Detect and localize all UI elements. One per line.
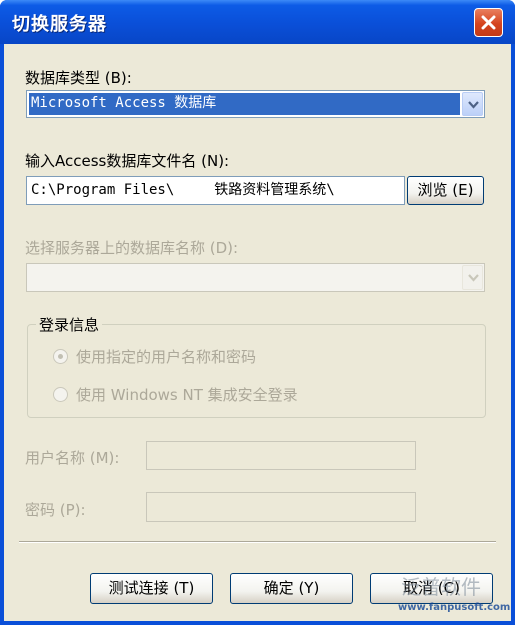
db-file-label: 输入Access数据库文件名 (N): [25, 152, 230, 170]
separator [19, 541, 496, 543]
radio-windows-label: 使用 Windows NT 集成安全登录 [76, 386, 298, 404]
watermark-brand: 泛普软件 [401, 575, 481, 599]
db-file-path-prefix: C:\Program Files\ [31, 182, 175, 198]
chevron-down-icon [468, 101, 479, 109]
server-db-label: 选择服务器上的数据库名称 (D): [25, 239, 239, 257]
password-label: 密码 (P): [25, 501, 86, 519]
db-type-select[interactable]: Microsoft Access 数据库 [26, 90, 485, 118]
login-group-title: 登录信息 [36, 314, 103, 335]
browse-button[interactable]: 浏览 (E) [407, 176, 484, 205]
db-type-selected-value: Microsoft Access 数据库 [29, 93, 460, 115]
password-input[interactable] [146, 492, 416, 522]
db-type-label: 数据库类型 (B): [25, 69, 132, 87]
window-title: 切换服务器 [12, 14, 107, 35]
watermark-url: www.fanpusoft.com [398, 602, 511, 613]
ok-button[interactable]: 确定 (Y) [230, 573, 353, 604]
close-icon [481, 15, 496, 30]
db-file-input[interactable]: C:\Program Files\ 铁路资料管理系统\ [26, 176, 405, 205]
dialog-body: 数据库类型 (B): Microsoft Access 数据库 输入Access… [4, 44, 511, 621]
radio-specified-credentials[interactable] [53, 349, 68, 364]
username-input[interactable] [146, 441, 416, 470]
title-bar[interactable]: 切换服务器 [0, 0, 515, 44]
dialog-window: 切换服务器 数据库类型 (B): Microsoft Access 数据库 输入… [0, 0, 515, 625]
server-db-dropdown-button[interactable] [462, 265, 483, 290]
close-button[interactable] [474, 8, 503, 37]
chevron-down-icon [468, 274, 479, 282]
test-connection-button[interactable]: 测试连接 (T) [90, 573, 213, 604]
db-file-path-suffix: 铁路资料管理系统\ [214, 182, 335, 198]
username-label: 用户名称 (M): [25, 449, 120, 467]
radio-selected-dot [58, 354, 63, 359]
redacted-segment [174, 177, 215, 204]
db-type-dropdown-button[interactable] [462, 92, 483, 116]
radio-specified-label: 使用指定的用户名称和密码 [76, 348, 257, 366]
radio-windows-auth[interactable] [53, 387, 68, 402]
server-db-select[interactable] [26, 263, 485, 292]
